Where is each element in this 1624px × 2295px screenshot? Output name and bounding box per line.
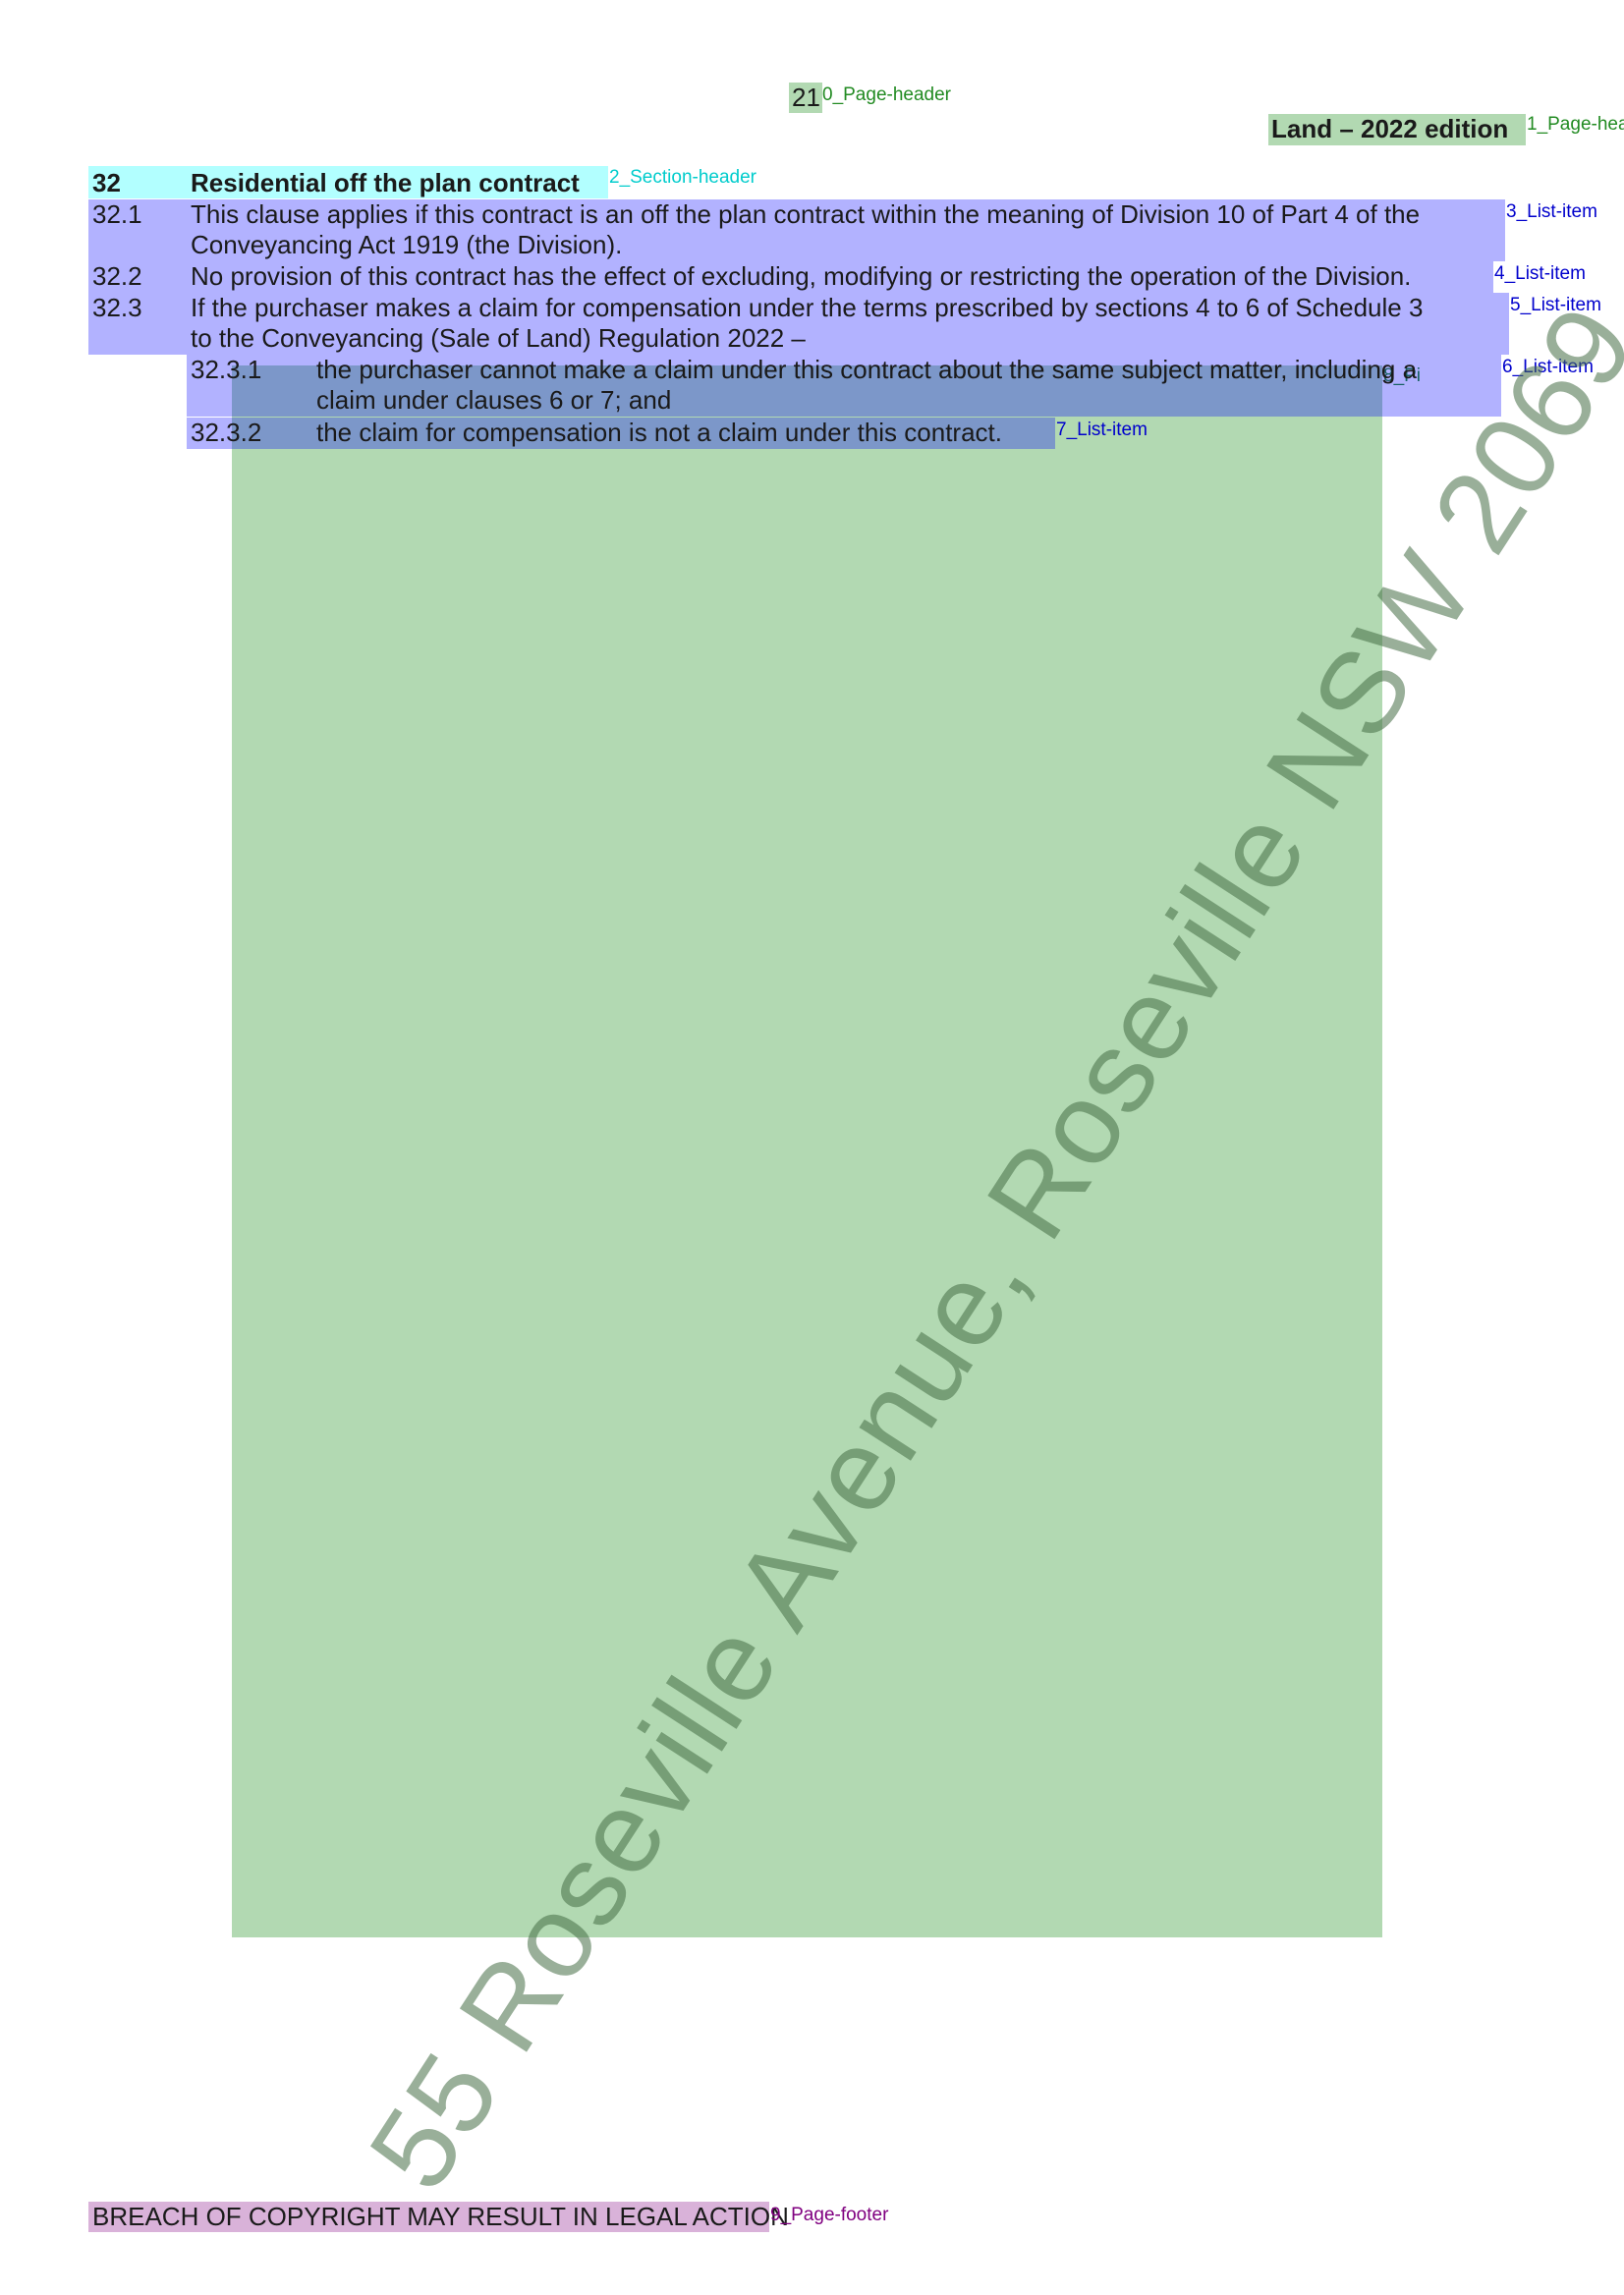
list-item: 32.2 No provision of this contract has t… — [88, 261, 1493, 293]
page-number: 21 — [792, 83, 820, 112]
copyright-notice: BREACH OF COPYRIGHT MAY RESULT IN LEGAL … — [92, 2202, 789, 2231]
list-item-line: If the purchaser makes a claim for compe… — [191, 293, 1424, 322]
list-item-line: to the Conveyancing (Sale of Land) Regul… — [191, 323, 806, 353]
edition-label: Land – 2022 edition — [1271, 114, 1509, 143]
section-number: 32 — [92, 168, 121, 197]
list-item: 32.1 This clause applies if this contrac… — [88, 199, 1505, 261]
section-title: Residential off the plan contract — [191, 168, 580, 197]
list-item-number: 32.2 — [92, 261, 142, 291]
list-item-line: Conveyancing Act 1919 (the Division). — [191, 230, 623, 259]
sub-list-item: 32.3.2 the claim for compensation is not… — [187, 418, 1055, 449]
section-header: 32 Residential off the plan contract — [88, 166, 608, 198]
list-item-line: No provision of this contract has the ef… — [191, 261, 1412, 291]
region-label-list-item: 3_List-item — [1506, 201, 1597, 222]
page-number-box: 21 — [789, 83, 822, 113]
list-item-number: 32.3 — [92, 293, 142, 322]
sub-list-item-number: 32.3.1 — [191, 355, 262, 384]
list-item: 32.3 If the purchaser makes a claim for … — [88, 293, 1509, 355]
region-label-list-item: 4_List-item — [1494, 263, 1586, 284]
sub-list-item-line: claim under clauses 6 or 7; and — [316, 385, 672, 415]
sub-list-item: 32.3.1 the purchaser cannot make a claim… — [187, 355, 1501, 417]
edition-header-box: Land – 2022 edition — [1268, 114, 1526, 145]
region-label-list-item: 7_List-item — [1056, 420, 1148, 440]
sub-list-item-number: 32.3.2 — [191, 418, 262, 447]
list-item-line: This clause applies if this contract is … — [191, 199, 1421, 229]
sub-list-item-line: the claim for compensation is not a clai… — [316, 418, 1002, 447]
region-label-page-header: 0_Page-header — [822, 84, 951, 105]
list-item-number: 32.1 — [92, 199, 142, 229]
picture-region — [232, 365, 1382, 1937]
sub-list-item-line: the purchaser cannot make a claim under … — [316, 355, 1418, 384]
region-label-section-header: 2_Section-header — [609, 167, 756, 188]
page-footer: BREACH OF COPYRIGHT MAY RESULT IN LEGAL … — [88, 2202, 789, 2232]
region-label-page-footer: 9_Page-footer — [770, 2205, 889, 2225]
region-label-edition: 1_Page-hea — [1527, 114, 1624, 135]
